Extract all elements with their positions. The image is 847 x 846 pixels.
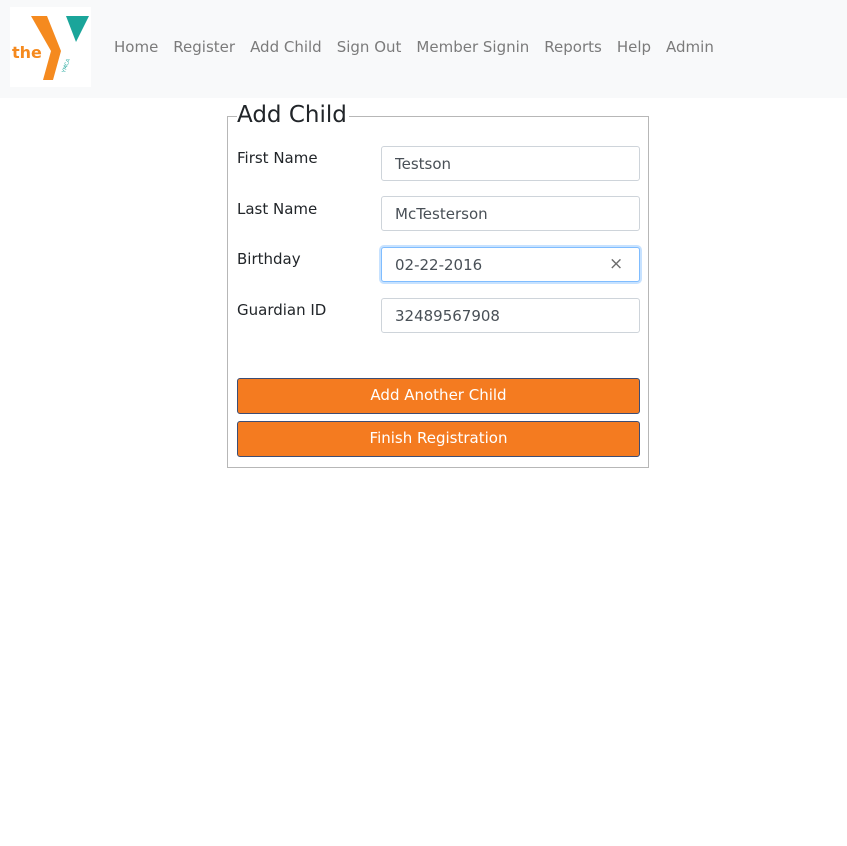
nav-register-link[interactable]: Register [173,38,235,56]
last-name-input[interactable] [381,196,640,231]
add-another-child-button[interactable]: Add Another Child [237,378,640,414]
ymca-logo[interactable]: the YMCA [10,7,91,87]
first-name-input[interactable] [381,146,640,181]
nav-home-link[interactable]: Home [114,38,158,56]
svg-text:the: the [12,43,42,62]
clear-birthday-icon[interactable]: × [609,255,623,273]
nav-reports-link[interactable]: Reports [544,38,602,56]
birthday-label: Birthday [237,250,301,268]
ymca-logo-icon: the YMCA [12,16,89,80]
finish-registration-button[interactable]: Finish Registration [237,421,640,457]
nav-sign-out-link[interactable]: Sign Out [337,38,402,56]
first-name-label: First Name [237,149,318,167]
svg-text:YMCA: YMCA [61,58,72,75]
nav-member-signin-link[interactable]: Member Signin [416,38,529,56]
guardian-id-label: Guardian ID [237,301,327,319]
nav-links: Home Register Add Child Sign Out Member … [114,38,729,56]
form-title: Add Child [237,102,349,128]
navbar: the YMCA Home Register Add Child Sign Ou… [0,0,847,98]
last-name-label: Last Name [237,200,318,218]
nav-help-link[interactable]: Help [617,38,651,56]
guardian-id-input[interactable] [381,298,640,333]
nav-add-child-link[interactable]: Add Child [250,38,322,56]
birthday-input[interactable] [381,247,640,282]
nav-admin-link[interactable]: Admin [666,38,714,56]
